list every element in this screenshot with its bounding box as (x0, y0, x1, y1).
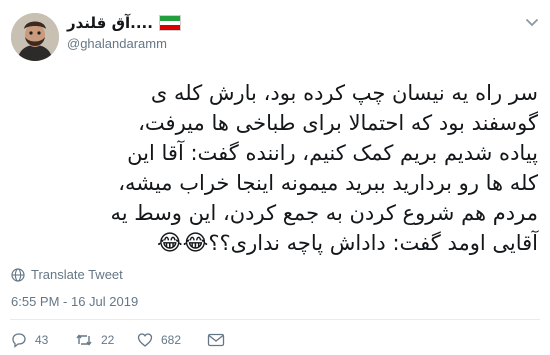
tweet-timestamp[interactable]: 6:55 PM - 16 Jul 2019 (11, 294, 138, 309)
retweet-icon (76, 334, 92, 346)
chevron-down-icon[interactable] (524, 14, 540, 30)
retweet-count: 22 (101, 333, 115, 347)
heart-icon (137, 333, 153, 347)
globe-icon (11, 267, 25, 282)
direct-message-button[interactable] (207, 333, 225, 347)
envelope-icon (207, 333, 225, 347)
reply-button[interactable]: 43 (11, 332, 75, 348)
author-display-name[interactable]: آق قلندر.... (67, 14, 153, 32)
retweet-button[interactable]: 22 (75, 332, 137, 348)
author-name-row: آق قلندر.... (67, 13, 181, 33)
tweet-text: سر راه یه نیسان چپ کرده بود، بارش کله ی … (18, 78, 538, 259)
like-count: 682 (161, 333, 182, 347)
like-button[interactable]: 682 (137, 332, 207, 348)
laughing-emoji-icon: 😂😂 (156, 231, 209, 256)
iran-flag-icon (158, 15, 181, 31)
reply-icon (12, 333, 26, 348)
reply-count: 43 (35, 333, 49, 347)
avatar-image (11, 13, 59, 61)
author-handle[interactable]: @ghalandaramm (67, 36, 167, 51)
avatar[interactable] (11, 13, 59, 61)
tweet-actions: 43 22 682 (11, 330, 225, 350)
translate-tweet-link[interactable]: Translate Tweet (11, 267, 123, 282)
translate-label: Translate Tweet (31, 267, 123, 282)
divider (10, 319, 540, 320)
tweet-body: سر راه یه نیسان چپ کرده بود، بارش کله ی … (110, 81, 538, 255)
